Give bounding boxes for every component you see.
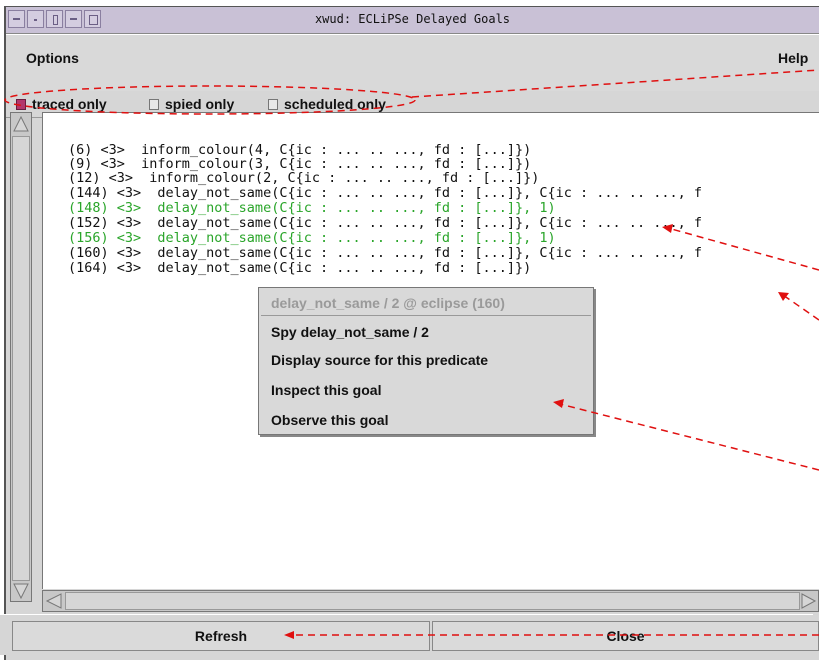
- scroll-left-arrow-icon[interactable]: [44, 592, 64, 610]
- button-bar: Refresh Close: [0, 614, 819, 655]
- context-menu-divider: [261, 315, 591, 316]
- goal-line-scheduled[interactable]: (156) <3> delay_not_same(C{ic : ... .. .…: [68, 231, 556, 245]
- options-menu[interactable]: Options: [26, 50, 79, 66]
- scroll-up-arrow-icon[interactable]: [12, 114, 30, 134]
- vertical-scrollbar[interactable]: [10, 112, 32, 602]
- goal-line[interactable]: (160) <3> delay_not_same(C{ic : ... .. .…: [68, 246, 702, 260]
- refresh-button[interactable]: Refresh: [12, 621, 430, 651]
- scheduled-only-checkbox[interactable]: scheduled only: [268, 96, 386, 112]
- horizontal-scrollbar[interactable]: [42, 590, 819, 612]
- scroll-down-arrow-icon[interactable]: [12, 581, 30, 601]
- goal-line-scheduled[interactable]: (148) <3> delay_not_same(C{ic : ... .. .…: [68, 201, 556, 215]
- goal-line[interactable]: (144) <3> delay_not_same(C{ic : ... .. .…: [68, 186, 702, 200]
- spied-only-checkbox[interactable]: spied only: [149, 96, 234, 112]
- scheduled-only-label: scheduled only: [284, 96, 386, 112]
- traced-only-label: traced only: [32, 96, 107, 112]
- traced-only-box[interactable]: [16, 98, 26, 110]
- spied-only-box[interactable]: [149, 98, 159, 110]
- traced-only-checkbox[interactable]: traced only: [16, 96, 107, 112]
- goal-line[interactable]: (9) <3> inform_colour(3, C{ic : ... .. .…: [68, 157, 531, 171]
- close-button[interactable]: Close: [432, 621, 819, 651]
- goal-line[interactable]: (12) <3> inform_colour(2, C{ic : ... .. …: [68, 171, 539, 185]
- goal-context-menu: delay_not_same / 2 @ eclipse (160) Spy d…: [258, 287, 594, 435]
- menu-bar: Options Help: [6, 34, 819, 92]
- inspect-goal-item[interactable]: Inspect this goal: [271, 382, 381, 398]
- window-title: xwud: ECLiPSe Delayed Goals: [314, 12, 511, 26]
- spied-only-label: spied only: [165, 96, 235, 112]
- scroll-right-arrow-icon[interactable]: [800, 592, 818, 610]
- display-source-item[interactable]: Display source for this predicate: [271, 352, 488, 368]
- vertical-scroll-thumb[interactable]: [12, 136, 30, 581]
- observe-goal-item[interactable]: Observe this goal: [271, 412, 388, 428]
- context-menu-header: delay_not_same / 2 @ eclipse (160): [271, 295, 505, 311]
- scheduled-only-box[interactable]: [268, 98, 278, 110]
- goal-line[interactable]: (152) <3> delay_not_same(C{ic : ... .. .…: [68, 216, 702, 230]
- goal-line[interactable]: (164) <3> delay_not_same(C{ic : ... .. .…: [68, 261, 531, 275]
- title-bar[interactable]: xwud: ECLiPSe Delayed Goals: [6, 7, 819, 34]
- spy-predicate-item[interactable]: Spy delay_not_same / 2: [271, 324, 429, 340]
- help-menu[interactable]: Help: [778, 50, 808, 66]
- horizontal-scroll-thumb[interactable]: [65, 592, 800, 610]
- goal-line[interactable]: (6) <3> inform_colour(4, C{ic : ... .. .…: [68, 143, 531, 157]
